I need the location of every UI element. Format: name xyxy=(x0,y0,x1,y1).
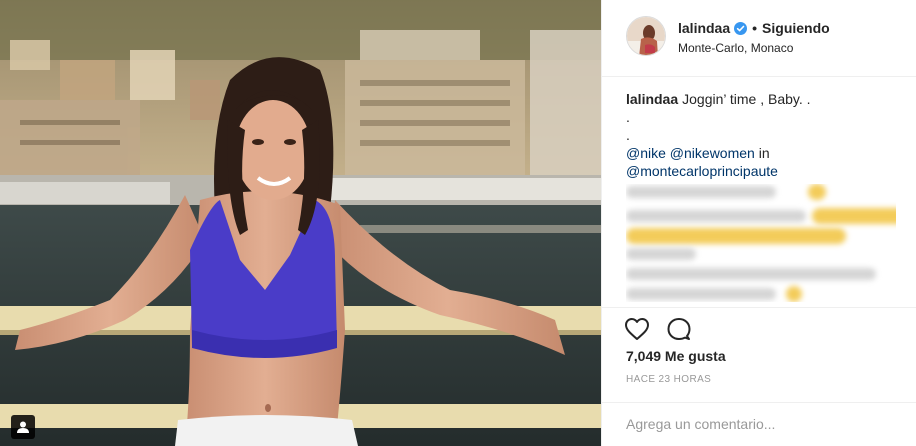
blurred-emoji xyxy=(808,184,826,200)
blurred-comment-line xyxy=(626,248,696,260)
caption-text: Joggin’ time , Baby. . xyxy=(682,91,811,107)
blurred-comment-line xyxy=(626,186,776,198)
comments-section: lalindaa Joggin’ time , Baby. . . . @nike… xyxy=(626,90,896,302)
blurred-comment-line xyxy=(626,268,876,280)
caption: lalindaa Joggin’ time , Baby. . xyxy=(626,90,896,108)
username-link[interactable]: lalindaa xyxy=(678,20,730,36)
photo-image xyxy=(0,0,601,446)
blurred-emoji xyxy=(786,286,802,302)
caption-word-in: in xyxy=(758,145,770,161)
username-line: lalindaa • Siguiendo xyxy=(678,20,830,36)
post-timestamp[interactable]: Hace 23 horas xyxy=(626,374,711,385)
post-photo[interactable] xyxy=(0,0,601,446)
mention-nikewomen[interactable]: @nikewomen xyxy=(670,145,755,161)
blurred-comment-line xyxy=(626,210,806,222)
caption-line-dot-1: . xyxy=(626,109,630,125)
post-header: lalindaa • Siguiendo Monte-Carlo, Monaco xyxy=(602,0,916,77)
blurred-emoji xyxy=(626,228,846,244)
caption-username[interactable]: lalindaa xyxy=(626,91,678,107)
user-icon xyxy=(17,421,29,433)
mention-montecarloprincipaute[interactable]: @montecarloprincipaute xyxy=(626,163,778,179)
verified-badge-icon xyxy=(734,21,748,35)
avatar[interactable] xyxy=(626,16,666,56)
caption-mentions: @nike @nikewomen in xyxy=(626,144,896,162)
comment-input[interactable] xyxy=(626,413,896,435)
blurred-emoji xyxy=(812,208,896,224)
blurred-comment-line xyxy=(626,288,776,300)
comment-icon[interactable] xyxy=(666,317,692,341)
avatar-image xyxy=(627,17,665,55)
post-side-panel: lalindaa • Siguiendo Monte-Carlo, Monaco… xyxy=(601,0,916,446)
post-actions: 7,049 Me gusta Hace 23 horas xyxy=(602,307,916,446)
tagged-users-badge[interactable] xyxy=(11,415,35,439)
caption-line-dot-2: . xyxy=(626,127,630,143)
separator-dot: • xyxy=(752,20,758,36)
location-link[interactable]: Monte-Carlo, Monaco xyxy=(678,41,793,55)
likes-count[interactable]: 7,049 Me gusta xyxy=(626,348,726,364)
comment-form xyxy=(602,402,916,446)
following-button[interactable]: Siguiendo xyxy=(762,20,830,36)
heart-icon[interactable] xyxy=(624,317,650,341)
blurred-comments xyxy=(626,184,896,302)
mention-nike[interactable]: @nike xyxy=(626,145,666,161)
